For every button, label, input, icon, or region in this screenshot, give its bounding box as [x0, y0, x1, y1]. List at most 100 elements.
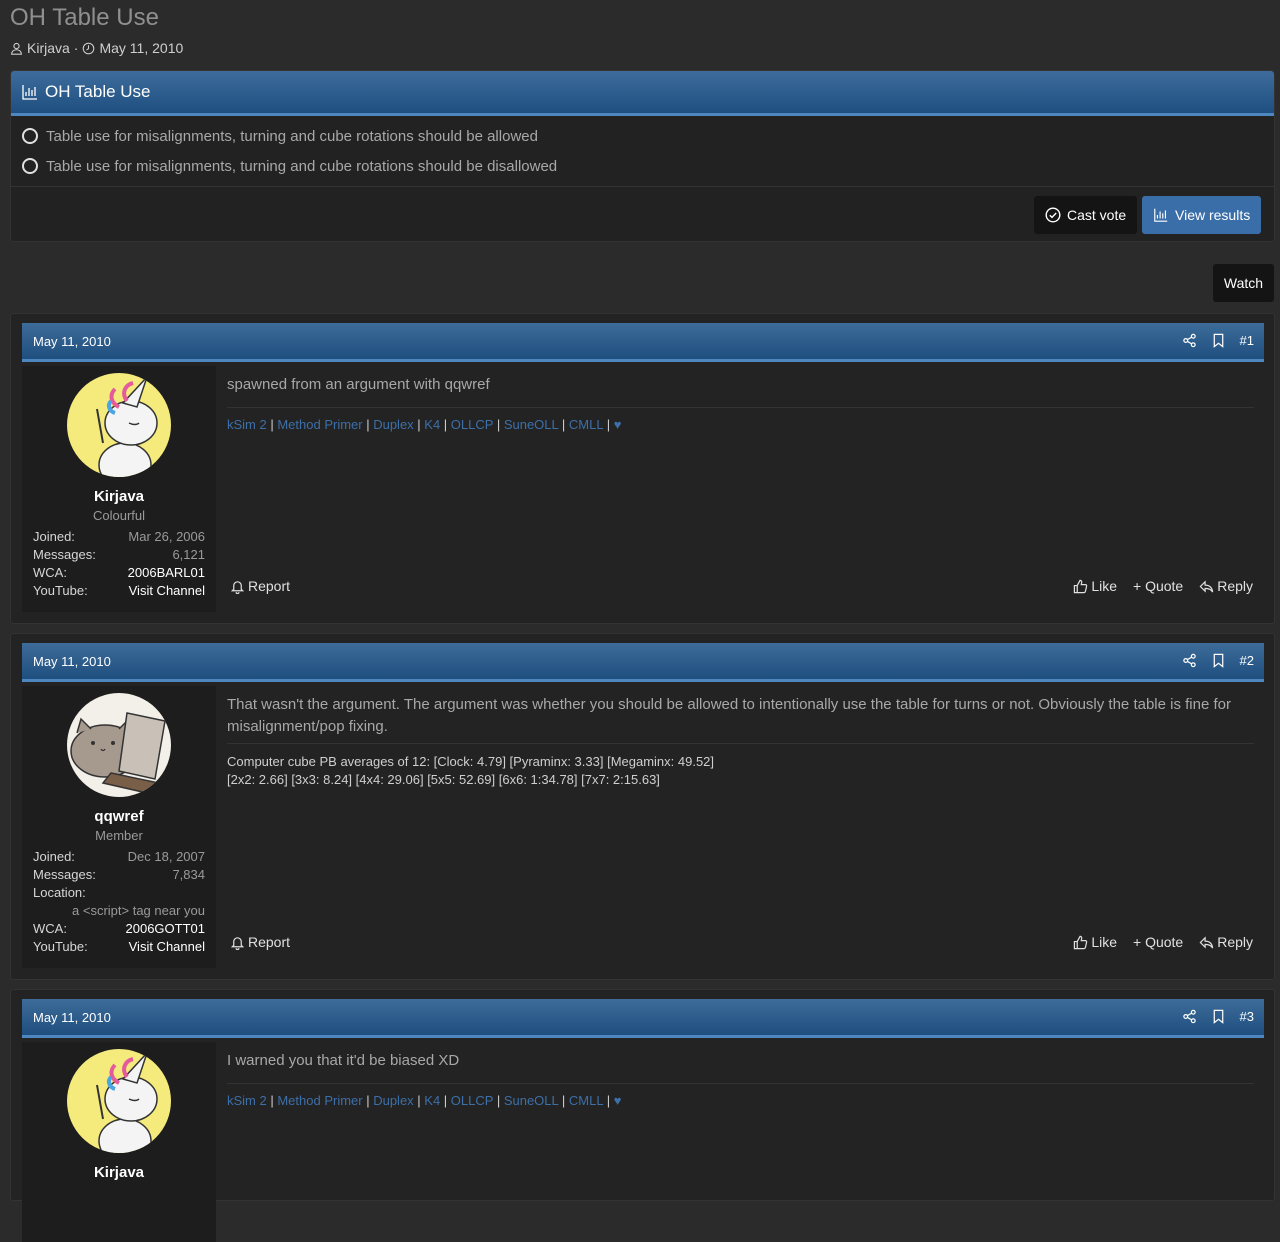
user-icon — [11, 42, 22, 55]
post-date[interactable]: May 11, 2010 — [33, 1010, 111, 1025]
bookmark-icon[interactable] — [1211, 1009, 1226, 1024]
signature-link[interactable]: K4 — [424, 1093, 440, 1108]
signature-separator: | — [493, 1093, 504, 1108]
bookmark-icon[interactable] — [1211, 333, 1226, 348]
poll-option-allowed[interactable]: Table use for misalignments, turning and… — [11, 121, 1274, 151]
radio-button[interactable] — [22, 128, 38, 144]
user-title: Member — [95, 828, 143, 843]
reply-button[interactable]: Reply — [1199, 578, 1253, 594]
signature-separator: | — [266, 417, 278, 432]
report-label: Report — [248, 934, 291, 950]
post-message: That wasn't the argument. The argument w… — [227, 696, 1231, 735]
signature-separator: | — [266, 1093, 278, 1108]
signature-link[interactable]: SuneOLL — [504, 417, 558, 432]
post-message: spawned from an argument with qqwref — [227, 376, 490, 393]
youtube-link[interactable]: Visit Channel — [129, 939, 205, 957]
share-icon[interactable] — [1182, 653, 1197, 668]
messages-value[interactable]: 7,834 — [172, 867, 205, 885]
post: May 11, 2010 #1 Kirjava Colourful Joined… — [10, 313, 1275, 624]
reply-label: Reply — [1217, 578, 1253, 594]
post-number[interactable]: #2 — [1240, 653, 1254, 668]
signature-link[interactable]: Method Primer — [277, 1093, 362, 1108]
signature-link[interactable]: OLLCP — [451, 417, 493, 432]
signature-link[interactable]: Duplex — [373, 1093, 413, 1108]
reply-button[interactable]: Reply — [1199, 934, 1253, 950]
post-date[interactable]: May 11, 2010 — [33, 334, 111, 349]
signature-link[interactable]: K4 — [424, 417, 440, 432]
radio-button[interactable] — [22, 158, 38, 174]
signature-link[interactable]: SuneOLL — [504, 1093, 558, 1108]
youtube-link[interactable]: Visit Channel — [129, 583, 205, 601]
signature: Computer cube PB averages of 12: [Clock:… — [227, 743, 1254, 789]
signature-link[interactable]: ♥ — [614, 417, 622, 432]
share-icon[interactable] — [1182, 1009, 1197, 1024]
signature-separator: | — [362, 1093, 374, 1108]
meta-separator: · — [73, 40, 79, 56]
signature-link[interactable]: kSim 2 — [227, 417, 267, 432]
thread-date[interactable]: May 11, 2010 — [99, 40, 183, 56]
avatar[interactable] — [67, 1049, 171, 1153]
avatar[interactable] — [67, 693, 171, 797]
signature-separator: | — [413, 417, 425, 432]
signature-line: Computer cube PB averages of 12: [Clock:… — [227, 754, 715, 769]
stat-label: YouTube: — [33, 939, 88, 954]
location-value[interactable]: a <script> tag near you — [33, 903, 205, 921]
stat-label: Joined: — [33, 849, 75, 864]
wca-value[interactable]: 2006GOTT01 — [126, 921, 206, 939]
signature-link[interactable]: CMLL — [569, 417, 603, 432]
user-title: Colourful — [92, 508, 146, 523]
avatar[interactable] — [67, 373, 171, 477]
messages-value[interactable]: 6,121 — [172, 547, 205, 565]
thread-author[interactable]: Kirjava — [27, 40, 70, 56]
report-link[interactable]: Report — [230, 578, 290, 594]
signature-separator: | — [558, 1093, 569, 1108]
user-stats: Joined: Dec 18, 2007 Messages: 7,834 Locat… — [22, 849, 216, 961]
clock-icon — [83, 42, 95, 54]
username[interactable]: Kirjava — [22, 488, 216, 505]
poll-block: OH Table Use Table use for misalignments… — [10, 70, 1275, 242]
signature-link[interactable]: CMLL — [569, 1093, 603, 1108]
username[interactable]: qqwref — [22, 808, 216, 825]
quote-button[interactable]: + Quote — [1133, 934, 1183, 950]
user-stats: Joined: Mar 26, 2006 Messages: 6,121 WCA: 2… — [22, 529, 216, 605]
signature-separator: | — [440, 417, 451, 432]
like-button[interactable]: Like — [1073, 934, 1117, 950]
share-icon[interactable] — [1182, 333, 1197, 348]
poll-option-label: Table use for misalignments, turning and… — [46, 127, 538, 145]
post-number[interactable]: #1 — [1240, 333, 1254, 348]
post-actions: Like + Quote Reply — [1073, 934, 1253, 950]
post-number[interactable]: #3 — [1240, 1009, 1254, 1024]
signature-link[interactable]: Duplex — [373, 417, 413, 432]
signature-link[interactable]: Method Primer — [277, 417, 362, 432]
like-button[interactable]: Like — [1073, 578, 1117, 594]
signature-separator: | — [440, 1093, 451, 1108]
quote-button[interactable]: + Quote — [1133, 578, 1183, 594]
signature-link[interactable]: ♥ — [614, 1093, 622, 1108]
report-link[interactable]: Report — [230, 934, 290, 950]
post-header: May 11, 2010 #2 — [22, 643, 1264, 682]
username[interactable]: Kirjava — [22, 1164, 216, 1181]
wca-value[interactable]: 2006BARL01 — [128, 565, 205, 583]
view-results-button[interactable]: View results — [1142, 196, 1262, 234]
signature-separator: | — [603, 1093, 614, 1108]
joined-value: Mar 26, 2006 — [128, 529, 205, 544]
bookmark-icon[interactable] — [1211, 653, 1226, 668]
reply-icon — [1199, 579, 1214, 593]
post-message: I warned you that it'd be biased XD — [227, 1052, 460, 1069]
post-header: May 11, 2010 #3 — [22, 999, 1264, 1038]
poll-option-disallowed[interactable]: Table use for misalignments, turning and… — [11, 151, 1274, 181]
post: May 11, 2010 #2 qqwref Member Joined: Dec… — [10, 633, 1275, 980]
poll-header: OH Table Use — [11, 71, 1274, 116]
signature-link[interactable]: OLLCP — [451, 1093, 493, 1108]
stat-label: WCA: — [33, 921, 67, 936]
watch-button[interactable]: Watch — [1213, 264, 1274, 302]
signature-separator: | — [603, 417, 614, 432]
joined-value: Dec 18, 2007 — [127, 849, 205, 864]
cat-laptop-avatar-image — [67, 693, 171, 797]
stat-label: Messages: — [33, 547, 96, 562]
signature-link[interactable]: kSim 2 — [227, 1093, 267, 1108]
signature-separator: | — [362, 417, 374, 432]
post-actions: Like + Quote Reply — [1073, 578, 1253, 594]
cast-vote-button[interactable]: Cast vote — [1034, 196, 1138, 234]
post-date[interactable]: May 11, 2010 — [33, 654, 111, 669]
